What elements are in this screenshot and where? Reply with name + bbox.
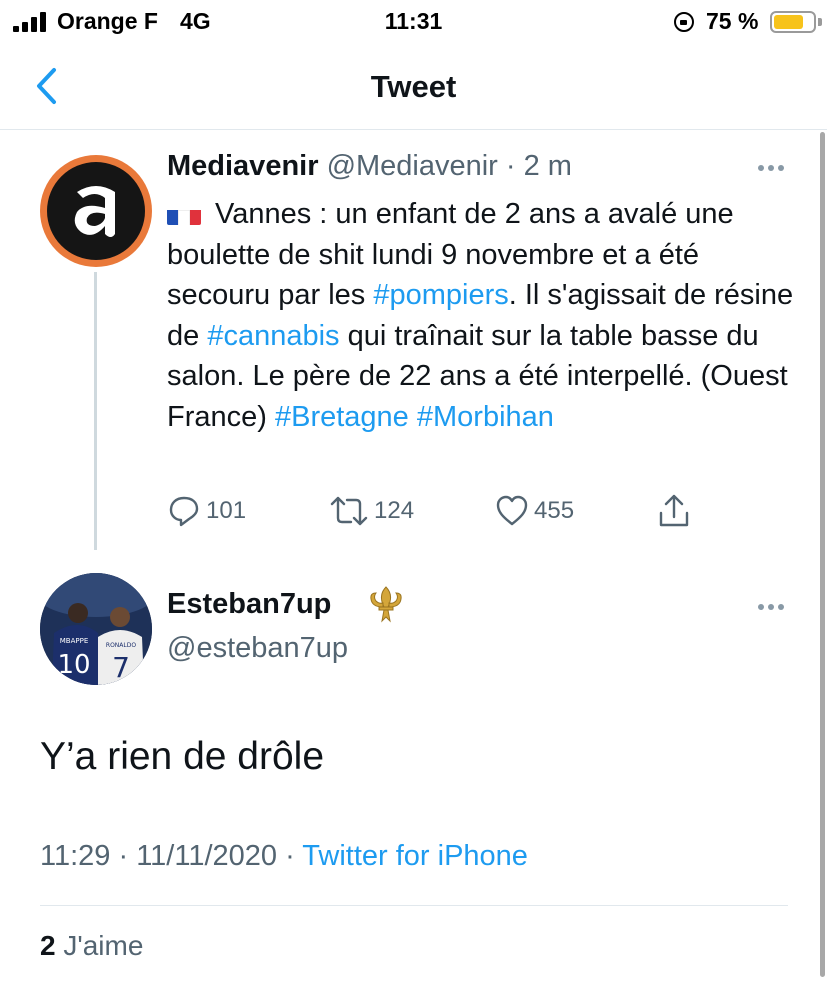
likes-count: 2	[40, 930, 56, 961]
status-time: 11:31	[384, 8, 443, 34]
orientation-lock-icon	[674, 12, 694, 32]
tweet-time: · 2 m	[505, 150, 572, 182]
navigation-bar: Tweet	[0, 44, 827, 130]
share-icon	[659, 494, 689, 527]
like-count: 455	[534, 497, 575, 524]
thread-line	[94, 272, 97, 550]
reply-button[interactable]: 101	[167, 493, 246, 529]
tweet-timestamp: 11:29 · 11/11/2020 · Twitter for iPhone	[40, 840, 528, 872]
jersey-left-name: MBAPPE	[60, 637, 89, 645]
retweet-count: 124	[374, 497, 415, 524]
tweet-actions: 101 124 455	[167, 493, 727, 529]
reply-icon	[169, 496, 199, 527]
page-title: Tweet	[370, 69, 457, 104]
jersey-right-number: 7	[112, 651, 130, 684]
likes-label: J'aime	[63, 930, 144, 961]
battery-level-fill	[774, 15, 803, 29]
share-button[interactable]	[657, 493, 696, 529]
hashtag-bretagne[interactable]: #Bretagne	[275, 401, 409, 433]
reply-more-options-icon[interactable]	[758, 604, 786, 612]
battery-icon	[770, 11, 816, 33]
reply-count: 101	[206, 497, 247, 524]
battery-percent: 75 %	[706, 8, 759, 34]
author-name[interactable]: Mediavenir	[167, 150, 319, 182]
author-handle[interactable]: @Mediavenir	[327, 150, 498, 182]
heart-icon	[496, 495, 528, 526]
scroll-indicator	[820, 132, 825, 977]
jersey-left-number: 10	[57, 650, 90, 680]
esteban7up-avatar[interactable]: MBAPPE 10 RONALDO 7	[40, 573, 152, 685]
hashtag-cannabis[interactable]: #cannabis	[207, 320, 339, 352]
like-button[interactable]: 455	[495, 493, 574, 529]
tweet-source-link[interactable]: Twitter for iPhone	[302, 840, 528, 872]
parent-tweet-text: Vannes : un enfant de 2 ans a avalé une …	[167, 198, 794, 433]
mediavenir-logo-icon	[74, 186, 115, 237]
jersey-right-name: RONALDO	[106, 642, 136, 649]
divider	[40, 905, 788, 906]
football-players-image: MBAPPE 10 RONALDO 7	[40, 573, 152, 685]
mediavenir-avatar[interactable]	[40, 155, 152, 267]
french-flag-icon	[167, 203, 201, 225]
reply-author-handle[interactable]: @esteban7up	[167, 632, 348, 665]
reply-author-name[interactable]: Esteban7up	[167, 588, 331, 621]
more-options-icon[interactable]	[758, 165, 786, 173]
hashtag-pompiers[interactable]: #pompiers	[373, 279, 508, 311]
likes-summary[interactable]: 2 J'aime	[40, 930, 143, 962]
parent-tweet-header: Mediavenir @Mediavenir · 2 m	[167, 150, 572, 183]
retweet-button[interactable]: 124	[329, 493, 414, 529]
hashtag-morbihan[interactable]: #Morbihan	[417, 401, 554, 433]
retweet-icon	[330, 496, 368, 526]
reply-tweet-text: Y’a rien de drôle	[40, 735, 325, 778]
status-bar: Orange F 4G 11:31 75 %	[0, 0, 827, 44]
battery-cap	[818, 18, 822, 26]
fleur-de-lis-icon	[370, 586, 402, 623]
